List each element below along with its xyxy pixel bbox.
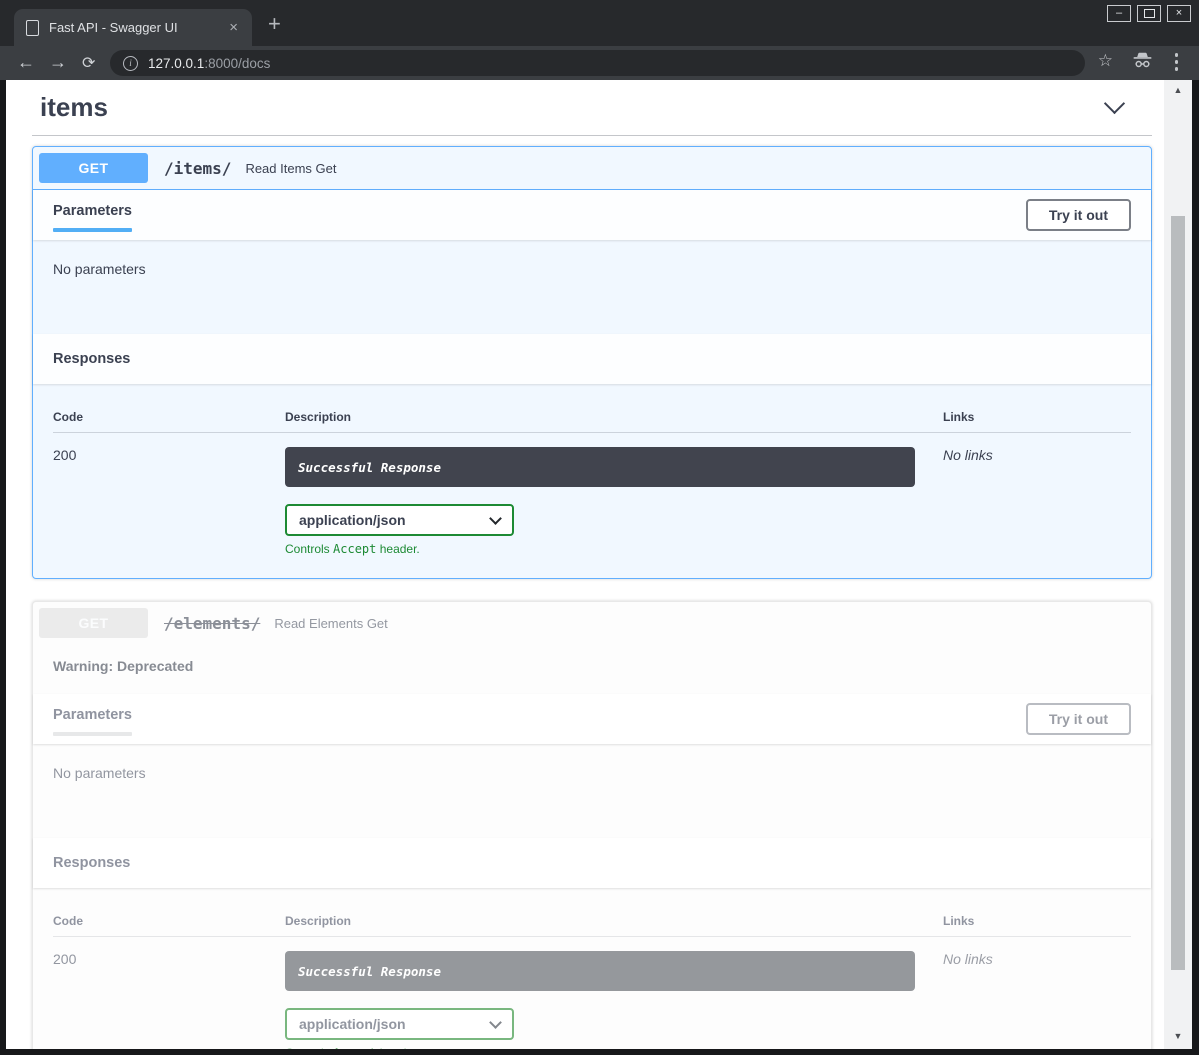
- browser-menu-icon[interactable]: [1175, 53, 1179, 71]
- tab-title: Fast API - Swagger UI: [49, 20, 217, 35]
- back-icon[interactable]: ←: [17, 52, 35, 73]
- code-column-header: Code: [53, 410, 285, 424]
- parameters-label: Parameters: [53, 203, 132, 219]
- tag-section-header[interactable]: items: [32, 88, 1152, 136]
- site-info-icon[interactable]: i: [123, 56, 138, 71]
- no-parameters-text: No parameters: [53, 765, 146, 781]
- media-type-value: application/json: [299, 512, 406, 528]
- parameters-body: No parameters: [33, 744, 1151, 838]
- media-type-select[interactable]: application/json: [285, 1008, 514, 1040]
- response-description-text: Successful Response: [298, 460, 441, 475]
- responses-header: Responses: [33, 838, 1151, 888]
- responses-table-head: Code Description Links: [53, 400, 1131, 433]
- window-controls: – ×: [1107, 5, 1191, 22]
- maximize-button[interactable]: [1137, 5, 1161, 22]
- method-badge: GET: [39, 608, 148, 638]
- active-tab-underline: [53, 732, 132, 736]
- no-parameters-text: No parameters: [53, 261, 146, 277]
- responses-table: Code Description Links 200 Successful Re…: [33, 888, 1151, 1049]
- operation-path: /items/: [164, 159, 231, 178]
- links-cell: No links: [943, 447, 1131, 556]
- response-description-text: Successful Response: [298, 964, 441, 979]
- chevron-down-icon: [489, 512, 502, 525]
- parameters-header: Parameters Try it out: [33, 694, 1151, 744]
- description-column-header: Description: [285, 914, 943, 928]
- operation-path: /elements/: [164, 614, 260, 633]
- new-tab-button[interactable]: +: [268, 13, 281, 35]
- minimize-button[interactable]: –: [1107, 5, 1131, 22]
- opblock-get-items: GET /items/ Read Items Get Parameters Tr…: [32, 146, 1152, 579]
- active-tab-underline: [53, 228, 132, 232]
- response-row: 200 Successful Response application/json…: [53, 937, 1131, 1049]
- bookmark-star-icon[interactable]: ☆: [1098, 51, 1113, 71]
- opblock-get-elements-deprecated: GET /elements/ Read Elements Get Warning…: [32, 601, 1152, 1049]
- response-row: 200 Successful Response application/json…: [53, 433, 1131, 556]
- responses-table-head: Code Description Links: [53, 904, 1131, 937]
- responses-table: Code Description Links 200 Successful Re…: [33, 384, 1151, 578]
- scroll-down-icon[interactable]: ▼: [1164, 1031, 1192, 1041]
- operation-summary[interactable]: GET /elements/ Read Elements Get: [33, 602, 1151, 644]
- response-description-cell: Successful Response application/json Con…: [285, 447, 943, 556]
- status-code: 200: [53, 951, 285, 1049]
- parameters-tab: Parameters: [53, 702, 132, 736]
- description-column-header: Description: [285, 410, 943, 424]
- accept-header-note: Controls Accept header.: [285, 1046, 943, 1049]
- links-cell: No links: [943, 951, 1131, 1049]
- page-favicon-icon: [26, 20, 39, 36]
- try-it-out-button[interactable]: Try it out: [1026, 703, 1131, 735]
- accept-header-note: Controls Accept header.: [285, 542, 943, 556]
- browser-tab[interactable]: Fast API - Swagger UI ×: [14, 9, 252, 46]
- status-code: 200: [53, 447, 285, 556]
- method-badge: GET: [39, 153, 148, 183]
- responses-header: Responses: [33, 334, 1151, 384]
- responses-label: Responses: [53, 342, 130, 376]
- response-description-cell: Successful Response application/json Con…: [285, 951, 943, 1049]
- media-type-value: application/json: [299, 1016, 406, 1032]
- url-path: :8000/docs: [204, 56, 270, 71]
- media-type-select[interactable]: application/json: [285, 504, 514, 536]
- page-viewport: items GET /items/ Read Items Get Paramet…: [6, 80, 1164, 1049]
- scrollbar-thumb[interactable]: [1171, 216, 1185, 970]
- try-it-out-button[interactable]: Try it out: [1026, 199, 1131, 231]
- parameters-tab: Parameters: [53, 198, 132, 232]
- code-column-header: Code: [53, 914, 285, 928]
- close-button[interactable]: ×: [1167, 5, 1191, 22]
- parameters-header: Parameters Try it out: [33, 190, 1151, 240]
- browser-titlebar: Fast API - Swagger UI × + – ×: [0, 0, 1199, 46]
- operation-description: Read Elements Get: [274, 616, 387, 631]
- incognito-icon: [1132, 52, 1153, 74]
- page-scrollbar[interactable]: ▲ ▼: [1164, 80, 1192, 1049]
- tab-close-icon[interactable]: ×: [227, 20, 240, 35]
- parameters-label: Parameters: [53, 707, 132, 723]
- reload-icon[interactable]: ⟳: [82, 53, 95, 73]
- url-host: 127.0.0.1: [148, 56, 204, 71]
- maximize-icon: [1144, 9, 1155, 18]
- operation-description: Read Items Get: [245, 161, 336, 176]
- tag-title: items: [40, 92, 108, 123]
- forward-icon[interactable]: →: [49, 52, 67, 73]
- responses-label: Responses: [53, 846, 130, 880]
- deprecated-warning: Warning: Deprecated: [33, 644, 1151, 694]
- links-column-header: Links: [943, 410, 1131, 424]
- response-description-box: Successful Response: [285, 951, 915, 991]
- address-bar[interactable]: i 127.0.0.1 :8000/docs: [110, 50, 1085, 76]
- chevron-down-icon[interactable]: [1104, 93, 1125, 114]
- parameters-body: No parameters: [33, 240, 1151, 334]
- chevron-down-icon: [489, 1016, 502, 1029]
- operation-summary[interactable]: GET /items/ Read Items Get: [33, 147, 1151, 190]
- links-column-header: Links: [943, 914, 1131, 928]
- swagger-ui: items GET /items/ Read Items Get Paramet…: [6, 80, 1152, 1049]
- scroll-up-icon[interactable]: ▲: [1164, 85, 1192, 95]
- response-description-box: Successful Response: [285, 447, 915, 487]
